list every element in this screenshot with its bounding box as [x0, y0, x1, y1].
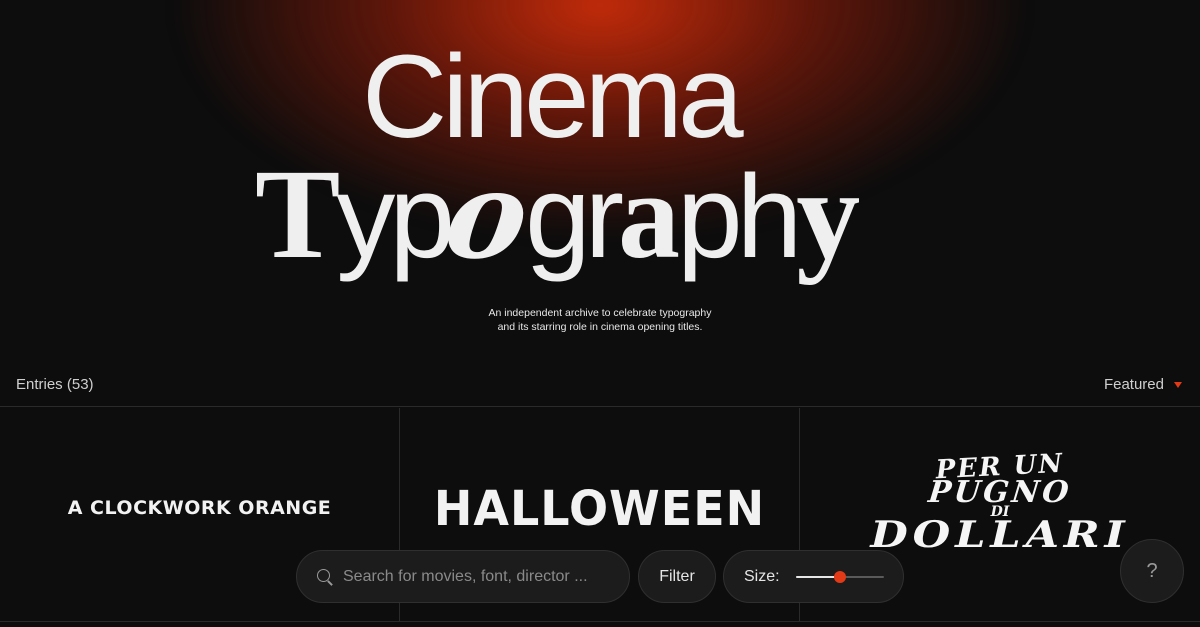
sort-label: Featured [1103, 376, 1164, 393]
entry-title-art: PER UN PUGNO DI DOLLARI [870, 448, 1124, 553]
search-input[interactable] [343, 567, 613, 586]
filter-button[interactable]: Filter [638, 550, 716, 603]
subtitle-line-2: and its starring role in cinema opening … [497, 321, 703, 333]
entries-bar: Entries (53) Featured [0, 366, 1200, 407]
entry-title-line: PUGNO [926, 475, 1074, 511]
title-letters-yp: yp [336, 151, 455, 283]
entry-title-line: DOLLARI [870, 513, 1130, 556]
title-letter-a: a [617, 147, 680, 284]
entries-count: Entries (53) [16, 376, 94, 393]
subtitle-line-1: An independent archive to celebrate typo… [488, 307, 712, 319]
title-letter-o: o [437, 145, 538, 286]
title-typography: T yp o gr a ph y [255, 143, 861, 290]
size-control: Size: [723, 550, 904, 603]
hero-subtitle: An independent archive to celebrate typo… [0, 306, 1200, 334]
title-letter-y: y [796, 143, 861, 285]
slider-thumb[interactable] [833, 570, 846, 583]
search-icon [317, 568, 333, 585]
floating-toolbar: Filter Size: [0, 550, 1200, 604]
size-label: Size: [744, 567, 780, 585]
search-box [296, 550, 630, 603]
hero: Cinema T yp o gr a ph y An independent a… [0, 0, 1200, 360]
title-letters-ph: ph [676, 151, 802, 283]
entry-title-art: HALLOWEEN [433, 479, 766, 536]
title-letters-gr: gr [525, 151, 624, 283]
entry-title-art: A CLOCKWORK ORANGE [67, 496, 332, 519]
sort-dropdown[interactable]: Featured [1104, 376, 1182, 393]
title-cinema: Cinema [362, 31, 744, 163]
size-slider[interactable] [795, 570, 884, 584]
help-button[interactable]: ? [1120, 539, 1184, 603]
title-letter-t: T [255, 143, 340, 285]
caret-down-icon [1174, 382, 1182, 388]
